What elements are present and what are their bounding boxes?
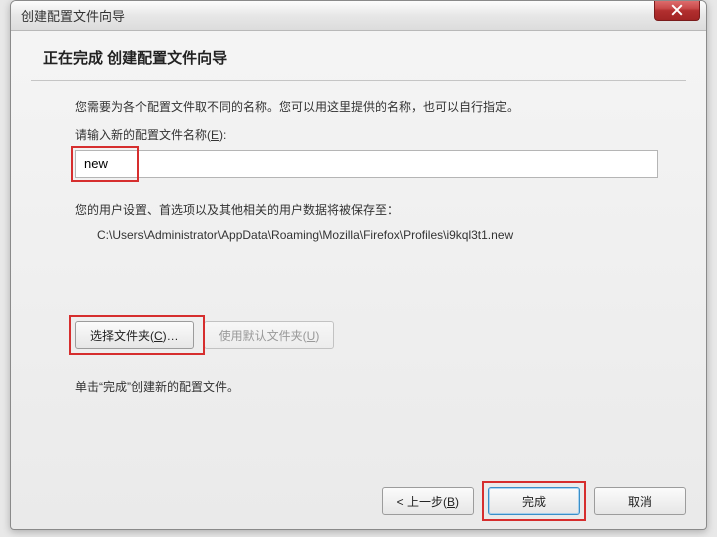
footer: < 上一步(B) 完成 取消 — [31, 473, 686, 515]
finish-wrap: 完成 — [488, 487, 580, 515]
choose-folder-button[interactable]: 选择文件夹(C)… — [75, 321, 194, 349]
close-button[interactable] — [654, 0, 700, 21]
close-icon — [671, 4, 683, 16]
accel-c: C — [154, 329, 163, 343]
input-label: 请输入新的配置文件名称(E): — [75, 125, 658, 145]
hint-text: 单击“完成”创建新的配置文件。 — [75, 377, 658, 397]
finish-button[interactable]: 完成 — [488, 487, 580, 515]
intro-text: 您需要为各个配置文件取不同的名称。您可以用这里提供的名称，也可以自行指定。 — [75, 97, 658, 117]
profile-name-input[interactable] — [75, 150, 658, 178]
back-button[interactable]: < 上一步(B) — [382, 487, 474, 515]
content-area: 正在完成 创建配置文件向导 您需要为各个配置文件取不同的名称。您可以用这里提供的… — [11, 31, 706, 529]
body: 您需要为各个配置文件取不同的名称。您可以用这里提供的名称，也可以自行指定。 请输… — [31, 81, 686, 473]
save-note: 您的用户设置、首选项以及其他相关的用户数据将被保存至： — [75, 200, 658, 220]
window-title: 创建配置文件向导 — [21, 6, 125, 25]
folder-row: 选择文件夹(C)… 使用默认文件夹(U) — [75, 321, 658, 349]
accel-b: B — [447, 495, 455, 509]
cancel-button[interactable]: 取消 — [594, 487, 686, 515]
wizard-window: 创建配置文件向导 正在完成 创建配置文件向导 您需要为各个配置文件取不同的名称。… — [10, 0, 707, 530]
profile-name-input-wrap — [75, 150, 658, 178]
titlebar: 创建配置文件向导 — [11, 1, 706, 31]
accel-e: E — [211, 128, 219, 142]
save-path: C:\Users\Administrator\AppData\Roaming\M… — [75, 224, 658, 245]
page-title: 正在完成 创建配置文件向导 — [31, 47, 686, 81]
use-default-folder-button: 使用默认文件夹(U) — [204, 321, 335, 349]
